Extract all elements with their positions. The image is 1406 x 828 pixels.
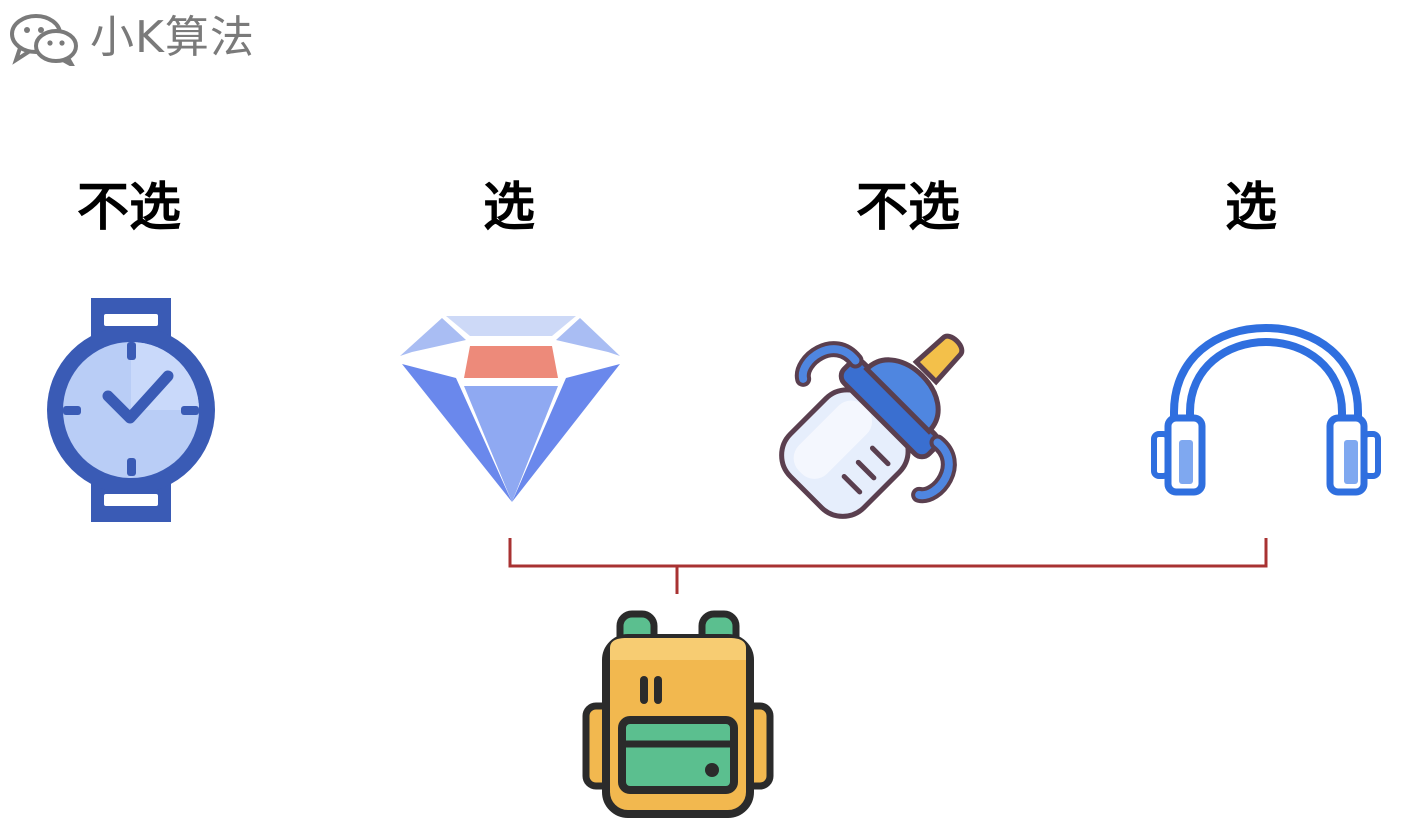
headphones-icon <box>1151 323 1381 496</box>
backpack-icon <box>582 610 774 818</box>
baby-bottle-icon <box>779 333 965 519</box>
item-label-watch: 不选 <box>76 178 182 238</box>
brand-name: 小K算法 <box>90 12 255 63</box>
wechat-icon <box>10 14 78 66</box>
item-label-headphones: 选 <box>1224 178 1278 238</box>
item-label-diamond: 选 <box>482 178 536 238</box>
item-label-bottle: 不选 <box>855 178 961 238</box>
diamond-icon <box>398 312 622 506</box>
brand: 小K算法 <box>8 8 255 68</box>
watch-icon <box>47 298 215 522</box>
